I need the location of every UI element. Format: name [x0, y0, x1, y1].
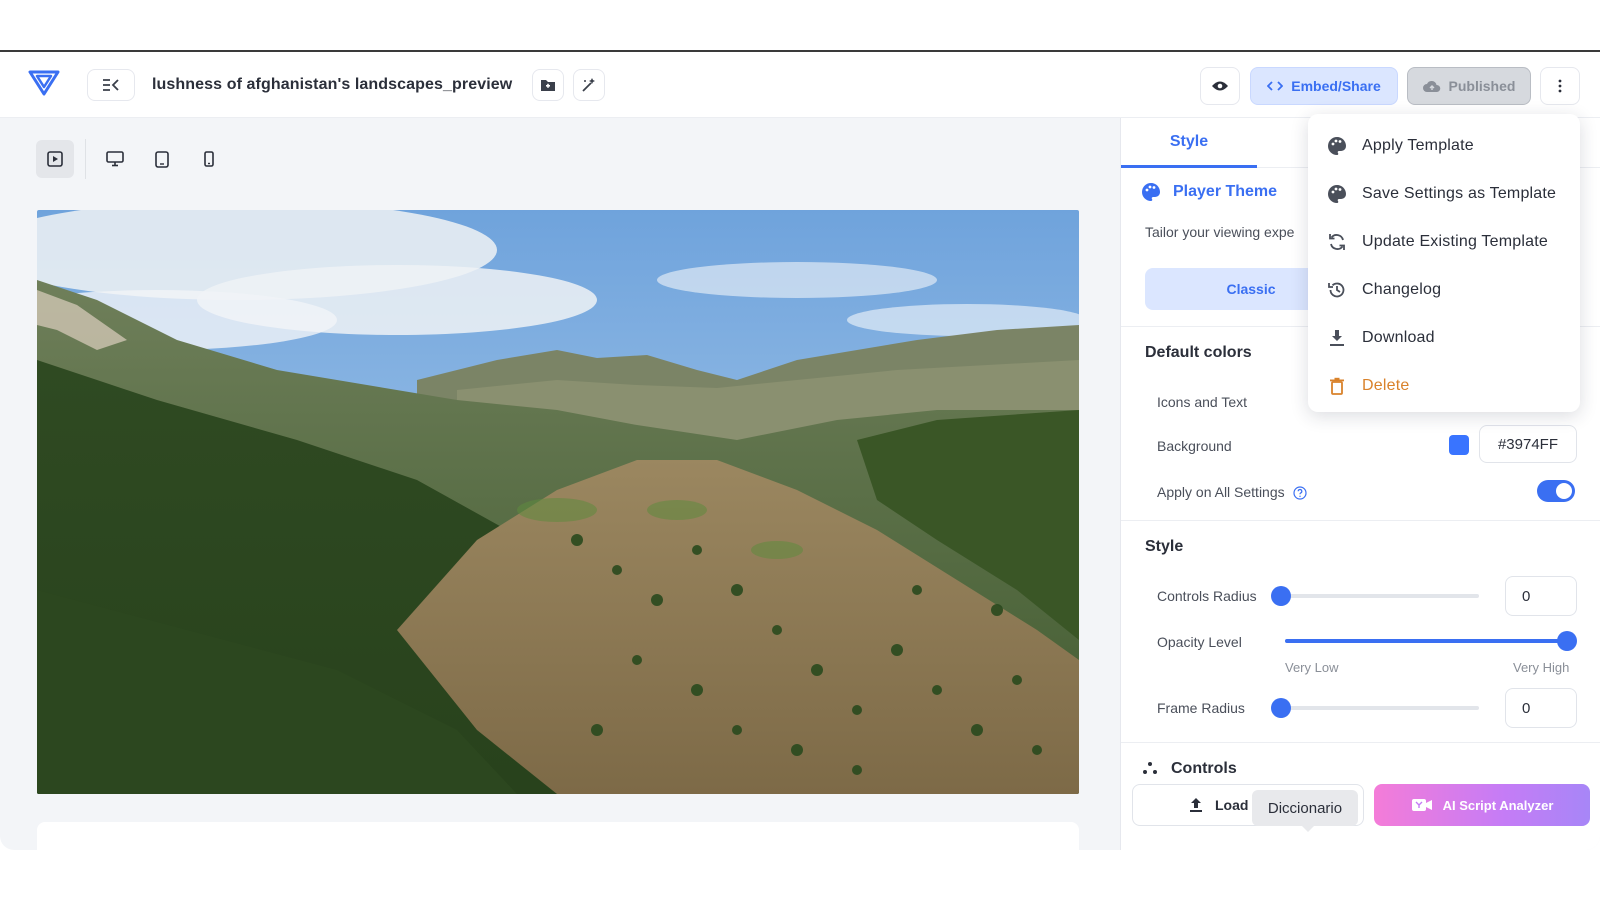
- menu-item-label: Save Settings as Template: [1362, 185, 1557, 202]
- frame-radius-input[interactable]: 0: [1505, 688, 1577, 728]
- ai-script-analyzer-button[interactable]: AI Script Analyzer: [1374, 784, 1590, 826]
- eye-icon: [1212, 81, 1228, 91]
- embed-share-label: Embed/Share: [1291, 78, 1381, 94]
- app-frame: lushness of afghanistan's landscapes_pre…: [0, 50, 1600, 850]
- divider: [1121, 520, 1600, 521]
- history-icon: [1326, 279, 1348, 301]
- ai-video-icon: [1411, 799, 1432, 811]
- frame-radius-knob[interactable]: [1271, 698, 1291, 718]
- tablet-view-button[interactable]: [143, 140, 181, 178]
- video-player[interactable]: [37, 210, 1079, 794]
- player-theme-description: Tailor your viewing expe: [1145, 224, 1295, 240]
- folder-button[interactable]: [532, 69, 564, 101]
- icons-text-label: Icons and Text: [1157, 394, 1248, 410]
- project-title[interactable]: lushness of afghanistan's landscapes_pre…: [152, 76, 512, 94]
- mobile-view-button[interactable]: [190, 140, 228, 178]
- menu-item-update-template[interactable]: Update Existing Template: [1308, 218, 1580, 266]
- style-section-title: Style: [1145, 538, 1184, 555]
- player-theme-header: Player Theme: [1141, 182, 1277, 202]
- logo-icon[interactable]: [28, 68, 60, 98]
- menu-item-download[interactable]: Download: [1308, 314, 1580, 362]
- menu-item-label: Changelog: [1362, 281, 1442, 298]
- embed-share-button[interactable]: Embed/Share: [1250, 67, 1398, 105]
- background-label: Background: [1157, 438, 1232, 454]
- opacity-level-slider[interactable]: [1285, 631, 1577, 651]
- menu-item-label: Update Existing Template: [1362, 233, 1548, 250]
- controls-radius-knob[interactable]: [1271, 586, 1291, 606]
- device-separator: [85, 139, 86, 179]
- apply-all-settings-label: Apply on All Settings: [1157, 484, 1285, 500]
- controls-icon: [1143, 762, 1157, 774]
- upload-icon: [1190, 798, 1202, 812]
- menu-item-label: Download: [1362, 329, 1435, 346]
- cloud-icon: [1422, 80, 1440, 92]
- collapse-sidebar-button[interactable]: [87, 69, 135, 101]
- background-hex-input[interactable]: #3974FF: [1479, 425, 1577, 463]
- tab-style[interactable]: Style: [1121, 118, 1257, 168]
- load-label: Load: [1215, 797, 1249, 813]
- menu-item-delete[interactable]: Delete: [1308, 362, 1580, 410]
- folder-icon: [541, 80, 555, 91]
- menu-item-label: Apply Template: [1362, 137, 1474, 154]
- desktop-icon: [106, 151, 124, 167]
- ai-script-analyzer-label: AI Script Analyzer: [1442, 797, 1554, 813]
- opacity-level-label: Opacity Level: [1157, 634, 1242, 650]
- help-icon[interactable]: [1292, 486, 1307, 500]
- menu-item-changelog[interactable]: Changelog: [1308, 266, 1580, 314]
- tablet-icon: [155, 150, 169, 168]
- more-options-menu: Apply Template Save Settings as Template…: [1308, 114, 1580, 412]
- download-icon: [1326, 327, 1348, 349]
- player-view-button[interactable]: [36, 140, 74, 178]
- menu-item-apply-template[interactable]: Apply Template: [1308, 122, 1580, 170]
- more-options-button[interactable]: [1540, 67, 1580, 105]
- controls-radius-label: Controls Radius: [1157, 588, 1257, 604]
- palette-icon: [1326, 183, 1348, 205]
- divider: [1121, 742, 1600, 743]
- published-label: Published: [1448, 78, 1516, 94]
- device-preview-bar: [36, 139, 237, 179]
- published-button[interactable]: Published: [1407, 67, 1531, 105]
- desktop-view-button[interactable]: [96, 140, 134, 178]
- menu-item-save-settings-template[interactable]: Save Settings as Template: [1308, 170, 1580, 218]
- landscape-image: [37, 210, 1079, 794]
- magic-icon: [582, 78, 595, 92]
- more-vertical-icon: [1558, 79, 1562, 93]
- magic-button[interactable]: [573, 69, 605, 101]
- opacity-max-label: Very High: [1513, 660, 1570, 675]
- refresh-icon: [1326, 231, 1348, 253]
- top-header: lushness of afghanistan's landscapes_pre…: [0, 52, 1600, 118]
- controls-title: Controls: [1171, 760, 1237, 777]
- controls-section-header[interactable]: Controls: [1141, 760, 1237, 778]
- preview-button[interactable]: [1200, 67, 1240, 105]
- collapse-icon: [103, 79, 119, 91]
- controls-radius-input[interactable]: 0: [1505, 576, 1577, 616]
- apply-all-settings-row: Apply on All Settings: [1157, 484, 1307, 500]
- default-colors-title: Default colors: [1145, 344, 1252, 361]
- controls-radius-slider[interactable]: [1271, 586, 1479, 606]
- player-theme-title: Player Theme: [1173, 183, 1278, 200]
- palette-icon: [1142, 183, 1161, 201]
- frame-radius-label: Frame Radius: [1157, 700, 1245, 716]
- trash-icon: [1326, 375, 1348, 397]
- background-color-swatch[interactable]: [1449, 435, 1469, 455]
- frame-radius-slider[interactable]: [1271, 698, 1479, 718]
- opacity-min-label: Very Low: [1285, 660, 1339, 675]
- apply-all-settings-toggle[interactable]: [1537, 480, 1575, 502]
- play-square-icon: [47, 151, 63, 167]
- dictionary-tooltip: Diccionario: [1252, 790, 1358, 832]
- opacity-level-fill: [1285, 639, 1567, 643]
- menu-item-label: Delete: [1362, 377, 1410, 394]
- opacity-level-knob[interactable]: [1557, 631, 1577, 651]
- mobile-icon: [204, 151, 214, 167]
- palette-icon: [1326, 135, 1348, 157]
- below-video-card: [37, 822, 1079, 850]
- code-icon: [1267, 81, 1284, 91]
